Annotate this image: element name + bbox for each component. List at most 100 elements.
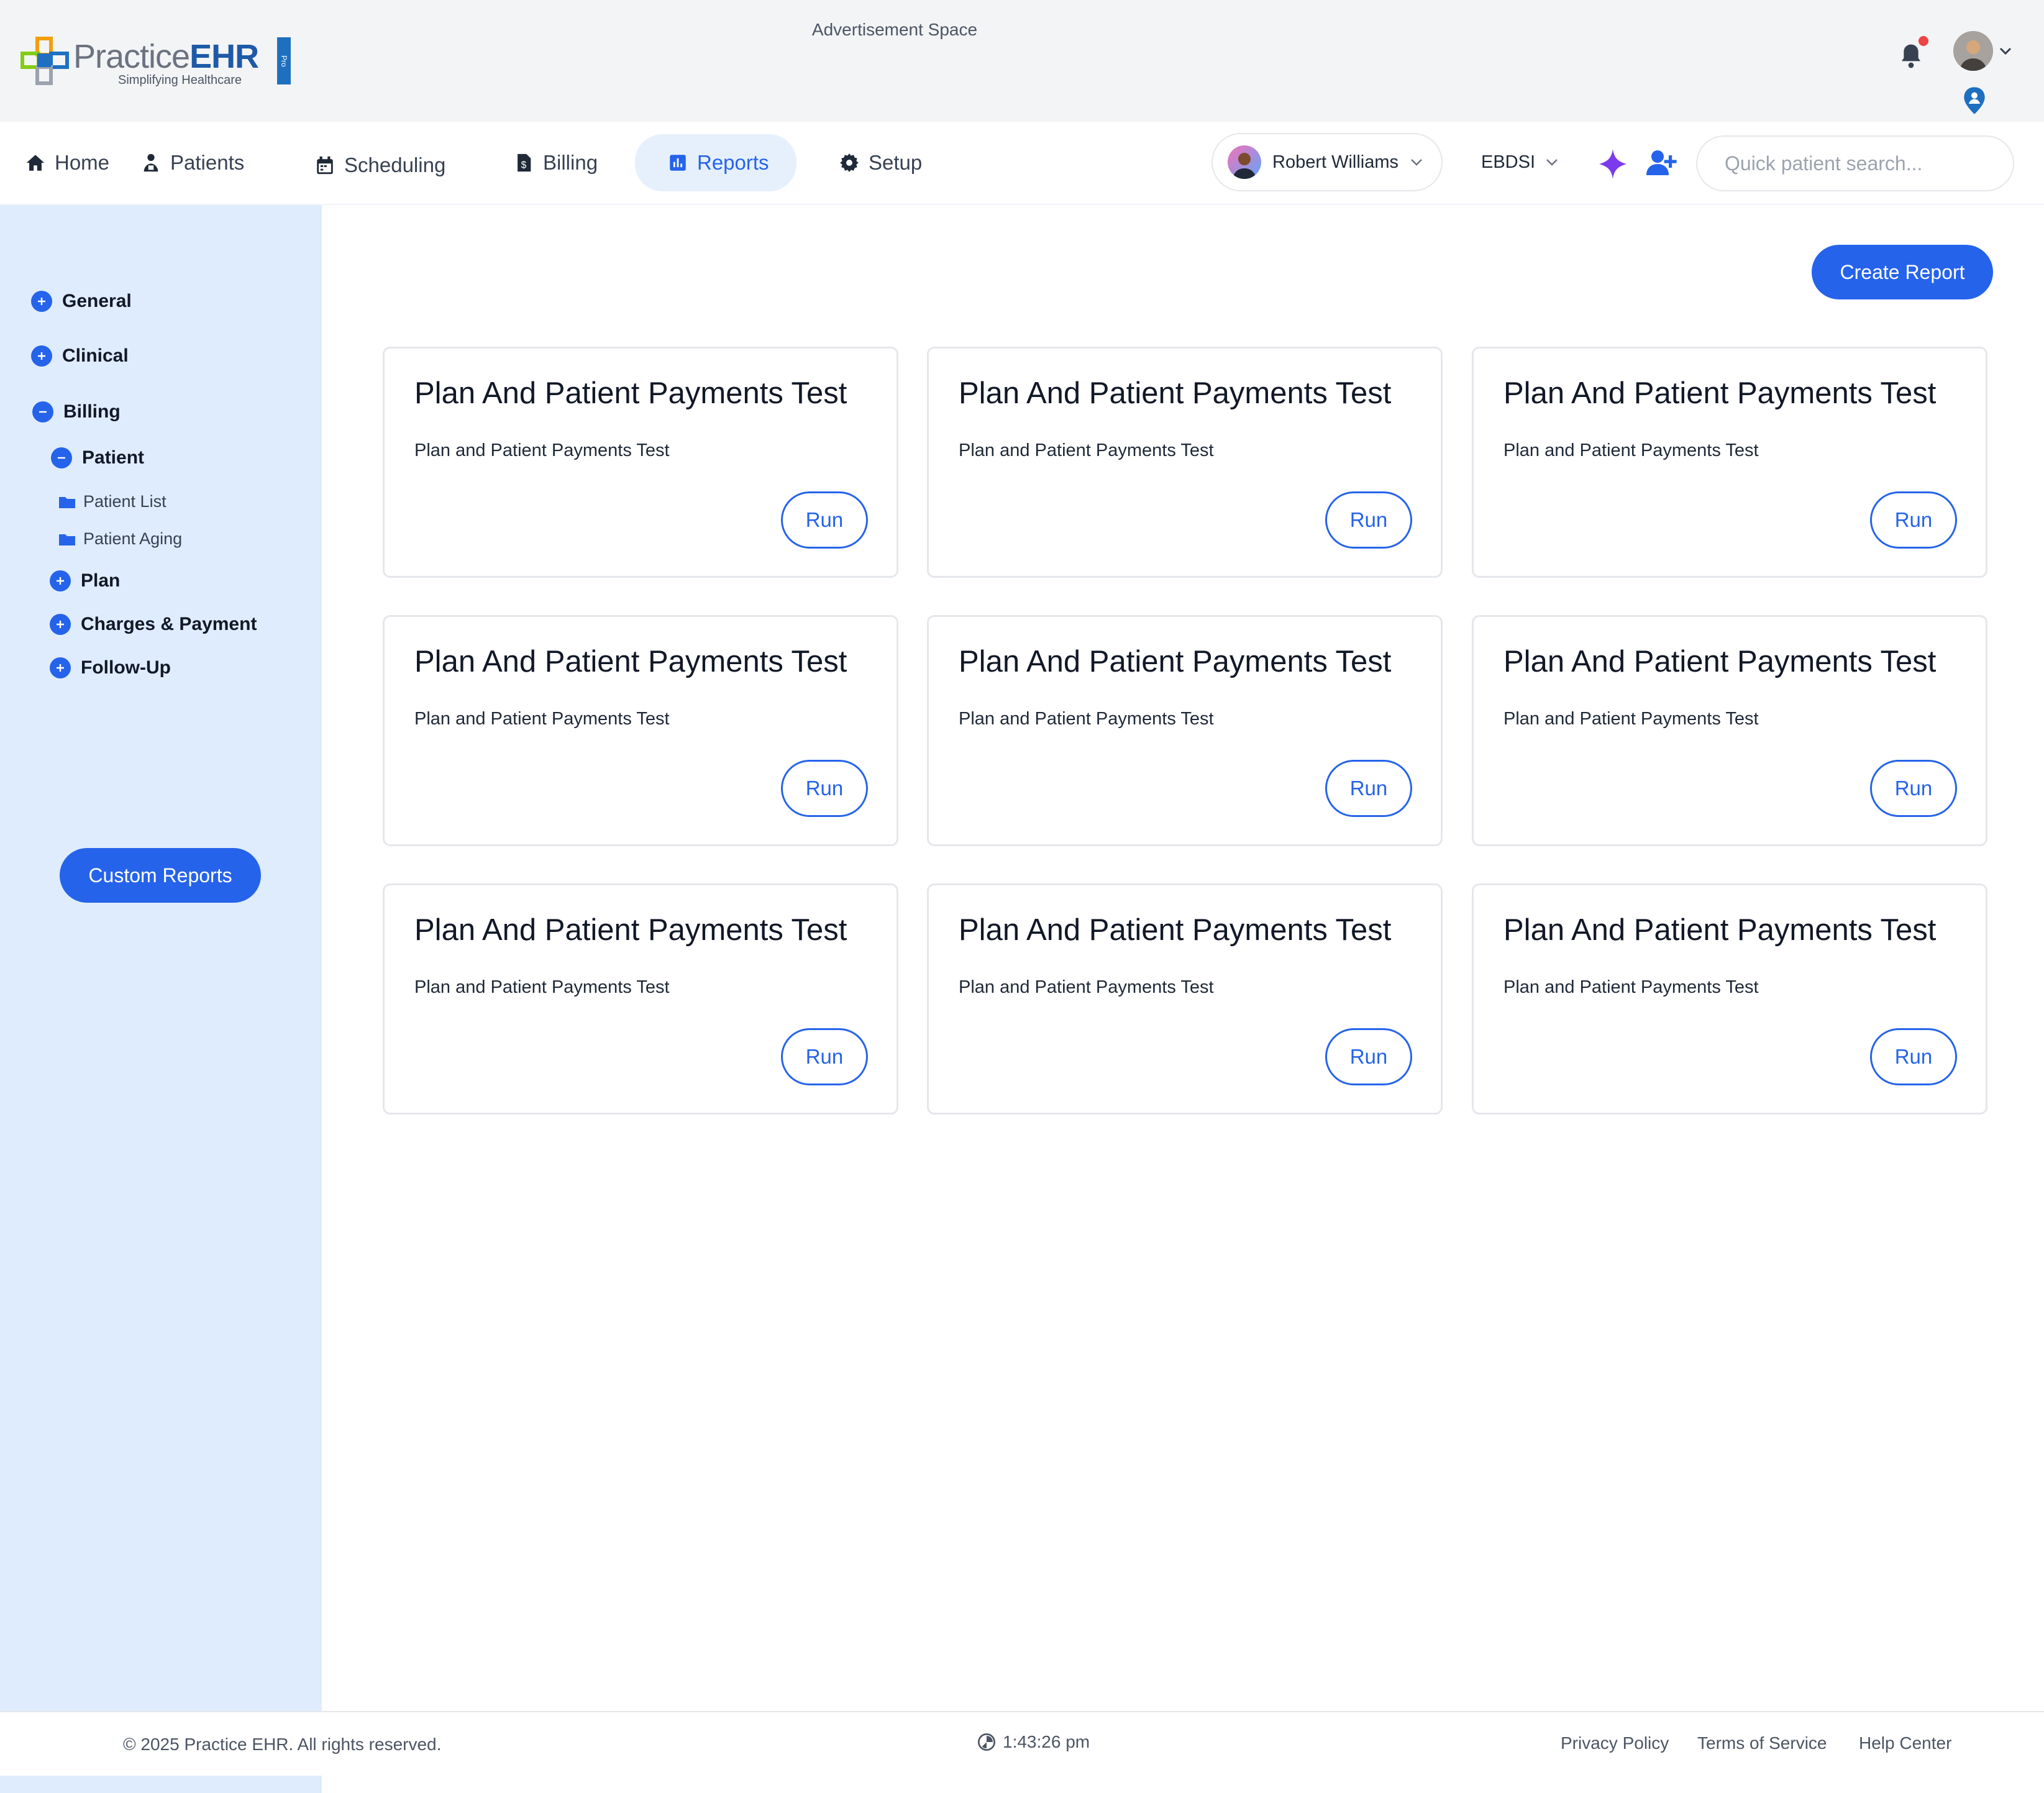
- run-report-button[interactable]: Run: [1325, 491, 1412, 549]
- expand-plus-icon: [31, 345, 52, 367]
- tree-charges-payment[interactable]: Charges & Payment: [50, 614, 257, 635]
- provider-avatar-icon: [1233, 153, 1256, 179]
- expand-plus-icon: [50, 657, 71, 678]
- facility-code: EBDSI: [1481, 152, 1536, 172]
- home-icon: [26, 155, 45, 171]
- nav-home[interactable]: Home: [25, 135, 109, 190]
- report-card: Plan And Patient Payments Test Plan and P…: [383, 883, 898, 1115]
- provider-selector[interactable]: Robert Williams: [1211, 133, 1443, 191]
- run-report-button[interactable]: Run: [1870, 491, 1957, 549]
- report-card-title: Plan And Patient Payments Test: [1503, 913, 1937, 947]
- run-report-button[interactable]: Run: [1870, 760, 1957, 817]
- tree-clinical[interactable]: Clinical: [31, 345, 129, 367]
- terms-of-service-link[interactable]: Terms of Service: [1697, 1733, 1827, 1753]
- report-card-title: Plan And Patient Payments Test: [959, 645, 1392, 678]
- report-card: Plan And Patient Payments Test Plan and P…: [927, 883, 1443, 1115]
- collapse-minus-icon: [51, 447, 72, 468]
- help-center-link[interactable]: Help Center: [1859, 1733, 1951, 1753]
- report-card-title: Plan And Patient Payments Test: [414, 913, 847, 947]
- report-card-description: Plan and Patient Payments Test: [1503, 709, 1759, 729]
- user-avatar-icon: [1953, 31, 1993, 71]
- nav-home-label: Home: [55, 151, 110, 174]
- nav-reports-label: Reports: [697, 151, 769, 174]
- tree-plan[interactable]: Plan: [50, 570, 120, 591]
- report-card: Plan And Patient Payments Test Plan and P…: [1472, 615, 1987, 846]
- tree-billing-label: Billing: [63, 401, 121, 422]
- tree-general-label: General: [62, 291, 132, 311]
- run-report-button[interactable]: Run: [781, 491, 868, 549]
- report-card-description: Plan and Patient Payments Test: [1503, 440, 1759, 460]
- folder-icon: [59, 534, 75, 545]
- logo-cross-icon: [21, 37, 69, 85]
- facility-chevron-down-icon: [1546, 159, 1558, 166]
- nav-scheduling-label: Scheduling: [344, 153, 446, 176]
- clock-icon: [978, 1733, 995, 1751]
- report-card: Plan And Patient Payments Test Plan and P…: [927, 615, 1443, 846]
- brand-tagline: Simplifying Healthcare: [118, 73, 242, 87]
- report-card-title: Plan And Patient Payments Test: [414, 376, 847, 410]
- tree-patient[interactable]: Patient: [51, 447, 144, 468]
- location-pin-icon[interactable]: [1962, 86, 1987, 116]
- ai-sparkle-icon[interactable]: [1598, 148, 1628, 180]
- reports-sidebar: General Clinical Billing Patient Patient…: [0, 205, 322, 1793]
- main-nav: Home Patients Scheduling $ Billing Repor…: [0, 122, 2044, 205]
- nav-patients[interactable]: Patients: [140, 135, 244, 190]
- report-card-title: Plan And Patient Payments Test: [1503, 376, 1937, 410]
- report-card: Plan And Patient Payments Test Plan and P…: [1472, 883, 1987, 1115]
- create-report-button[interactable]: Create Report: [1812, 245, 1993, 299]
- user-avatar[interactable]: [1953, 31, 1993, 71]
- report-card-description: Plan and Patient Payments Test: [959, 709, 1214, 729]
- footer-clock: 1:43:26 pm: [977, 1732, 1090, 1752]
- facility-selector[interactable]: EBDSI: [1481, 147, 1559, 178]
- report-card-title: Plan And Patient Payments Test: [959, 376, 1392, 410]
- report-card-description: Plan and Patient Payments Test: [414, 440, 670, 460]
- nav-patients-label: Patients: [170, 151, 245, 174]
- provider-avatar: [1228, 145, 1261, 179]
- report-card-description: Plan and Patient Payments Test: [959, 977, 1214, 997]
- privacy-policy-link[interactable]: Privacy Policy: [1561, 1733, 1669, 1753]
- svg-text:$: $: [521, 160, 527, 171]
- patients-icon: [144, 153, 158, 172]
- notification-bell-icon[interactable]: [1899, 42, 1923, 70]
- nav-reports[interactable]: Reports: [635, 134, 796, 191]
- expand-plus-icon: [50, 614, 71, 635]
- folder-icon: [59, 496, 75, 508]
- nav-setup[interactable]: Setup: [839, 135, 922, 190]
- custom-reports-button[interactable]: Custom Reports: [60, 848, 261, 903]
- search-input[interactable]: [1725, 152, 1986, 175]
- tree-patient-list-label: Patient List: [83, 492, 167, 511]
- user-menu-chevron-down-icon[interactable]: [1998, 46, 2013, 56]
- provider-chevron-down-icon: [1411, 159, 1422, 166]
- run-report-button[interactable]: Run: [1325, 1028, 1412, 1085]
- nav-billing-label: Billing: [543, 151, 598, 174]
- report-card-description: Plan and Patient Payments Test: [959, 440, 1214, 460]
- nav-scheduling[interactable]: Scheduling: [314, 138, 445, 193]
- gear-icon: [840, 153, 859, 172]
- tree-patient-aging[interactable]: Patient Aging: [58, 529, 182, 549]
- report-card-title: Plan And Patient Payments Test: [959, 913, 1392, 947]
- nav-billing[interactable]: $ Billing: [513, 135, 598, 190]
- report-card: Plan And Patient Payments Test Plan and P…: [927, 347, 1443, 578]
- nav-setup-label: Setup: [869, 151, 923, 174]
- brand-logo[interactable]: PracticeEHR Simplifying Healthcare Pro: [20, 35, 291, 91]
- tree-billing[interactable]: Billing: [32, 401, 121, 422]
- tree-follow-up[interactable]: Follow-Up: [50, 657, 171, 678]
- collapse-minus-icon: [32, 401, 53, 422]
- report-card-description: Plan and Patient Payments Test: [414, 977, 670, 997]
- tree-general[interactable]: General: [31, 291, 132, 312]
- calendar-icon: [317, 156, 333, 175]
- run-report-button[interactable]: Run: [781, 1028, 868, 1085]
- footer: © 2025 Practice EHR. All rights reserved…: [0, 1711, 2044, 1776]
- footer-copyright: © 2025 Practice EHR. All rights reserved…: [123, 1735, 442, 1754]
- invoice-dollar-icon: $: [518, 153, 531, 172]
- report-card: Plan And Patient Payments Test Plan and P…: [383, 347, 898, 578]
- run-report-button[interactable]: Run: [781, 760, 868, 817]
- tree-patient-list[interactable]: Patient List: [58, 492, 167, 511]
- quick-patient-search[interactable]: [1696, 135, 2014, 191]
- tree-clinical-label: Clinical: [62, 345, 129, 366]
- tree-plan-label: Plan: [81, 570, 121, 591]
- add-patient-icon[interactable]: [1645, 149, 1677, 176]
- run-report-button[interactable]: Run: [1325, 760, 1412, 817]
- run-report-button[interactable]: Run: [1870, 1028, 1957, 1085]
- footer-time-value: 1:43:26 pm: [1003, 1732, 1090, 1751]
